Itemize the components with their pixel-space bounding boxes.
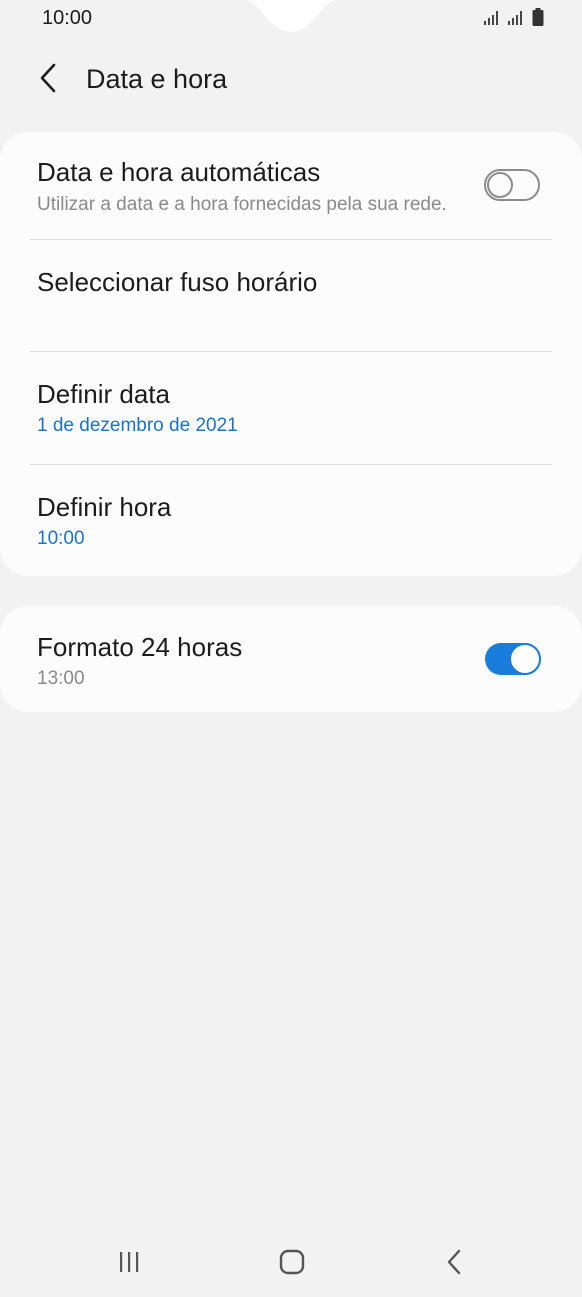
signal-icon xyxy=(484,11,498,25)
format-settings-card: Formato 24 horas 13:00 xyxy=(0,606,582,712)
set-time-row[interactable]: Definir hora 10:00 xyxy=(0,465,582,576)
auto-datetime-subtitle: Utilizar a data e a hora fornecidas pela… xyxy=(37,194,447,215)
format-24h-title: Formato 24 horas xyxy=(37,632,243,662)
format-24h-toggle[interactable] xyxy=(485,643,541,675)
toggle-knob xyxy=(509,643,541,675)
set-date-value: 1 de dezembro de 2021 xyxy=(37,415,238,436)
timezone-title: Seleccionar fuso horário xyxy=(37,267,318,297)
timezone-row[interactable]: Seleccionar fuso horário xyxy=(0,240,582,351)
back-icon xyxy=(447,1249,461,1275)
auto-datetime-toggle[interactable] xyxy=(484,169,540,201)
signal-icon-2 xyxy=(508,11,522,25)
set-date-row[interactable]: Definir data 1 de dezembro de 2021 xyxy=(0,352,582,463)
camera-notch xyxy=(246,0,336,32)
format-24h-subtitle: 13:00 xyxy=(37,668,85,689)
recents-button[interactable] xyxy=(107,1244,151,1280)
page-title: Data e hora xyxy=(86,64,228,94)
navigation-bar xyxy=(0,1230,582,1294)
datetime-settings-card: Data e hora automáticas Utilizar a data … xyxy=(0,132,582,576)
nav-back-button[interactable] xyxy=(432,1244,476,1280)
set-time-title: Definir hora xyxy=(37,492,172,522)
set-date-title: Definir data xyxy=(37,379,170,409)
status-icons xyxy=(484,8,544,26)
chevron-left-icon xyxy=(40,63,56,93)
header: Data e hora xyxy=(0,50,582,110)
auto-datetime-row[interactable]: Data e hora automáticas Utilizar a data … xyxy=(0,132,582,239)
battery-icon xyxy=(532,8,544,26)
home-button[interactable] xyxy=(270,1244,314,1280)
home-icon xyxy=(279,1249,305,1275)
back-button[interactable] xyxy=(30,60,66,96)
format-24h-row[interactable]: Formato 24 horas 13:00 xyxy=(0,606,582,712)
status-time: 10:00 xyxy=(42,7,93,29)
toggle-knob xyxy=(487,172,513,198)
auto-datetime-title: Data e hora automáticas xyxy=(37,157,321,187)
status-bar: 10:00 xyxy=(0,0,582,38)
set-time-value: 10:00 xyxy=(37,528,85,549)
screen: 10:00 Data e hora Data e hora automática… xyxy=(0,0,582,1297)
recents-icon xyxy=(120,1252,139,1272)
